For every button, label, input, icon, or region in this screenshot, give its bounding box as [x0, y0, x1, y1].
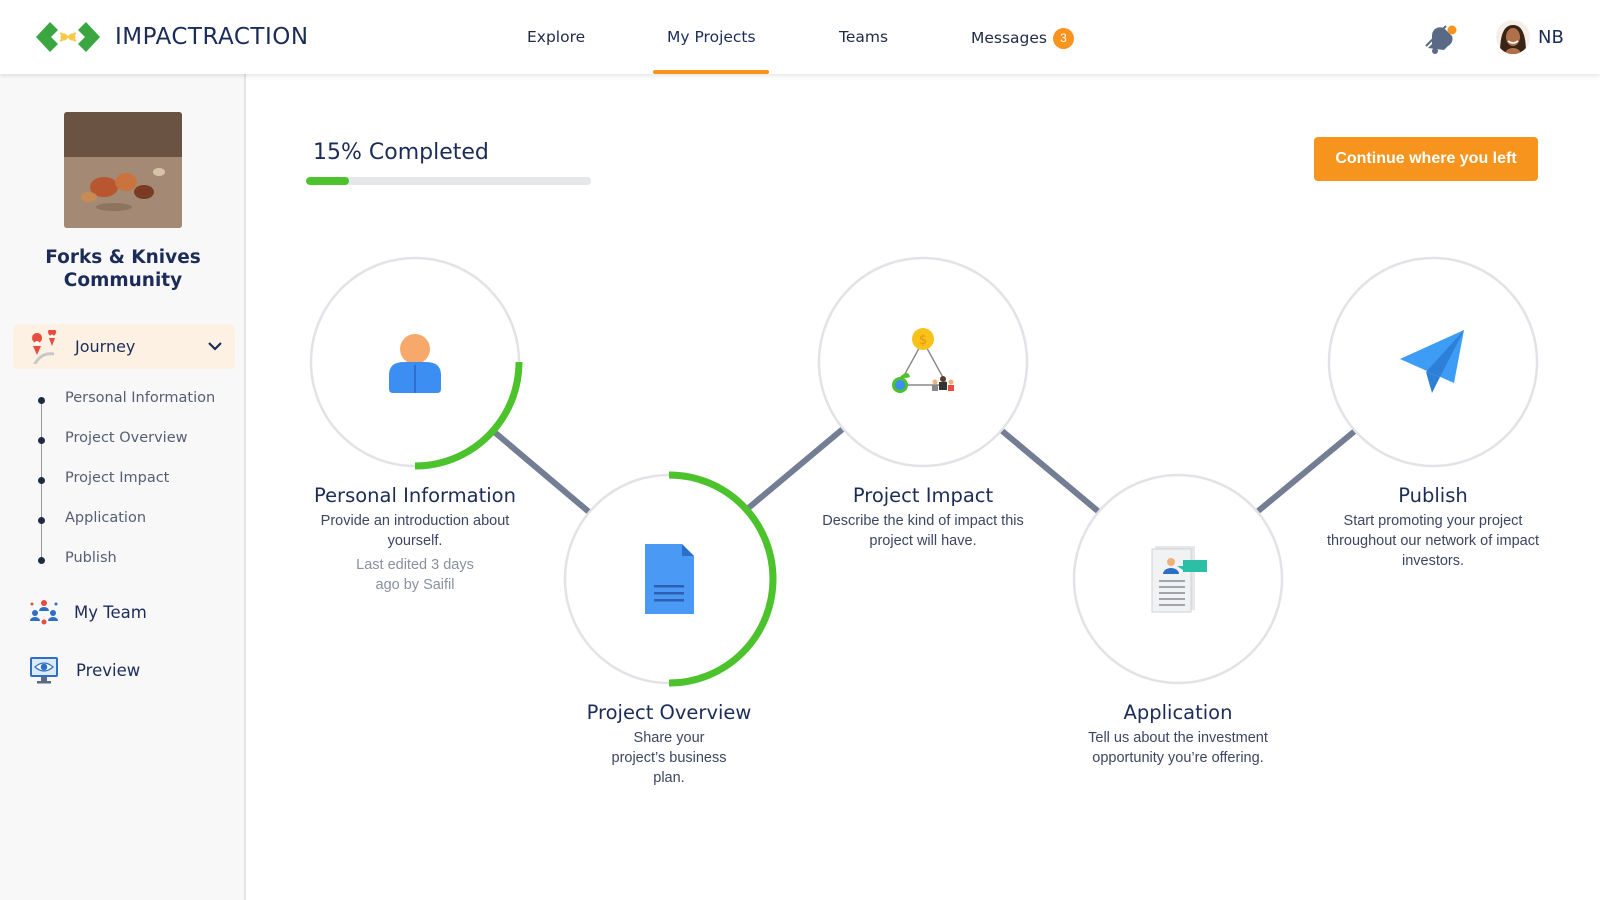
step-title[interactable]: Publish	[1303, 484, 1563, 507]
svg-text:$: $	[919, 333, 927, 348]
sidebar: Forks & Knives Community Journey Persona…	[0, 74, 246, 900]
chevron-down-icon[interactable]	[207, 338, 223, 354]
my-team-label: My Team	[74, 603, 147, 622]
paper-plane-icon	[1398, 327, 1468, 397]
step-dot	[38, 477, 45, 484]
nav-my-projects[interactable]: My Projects	[667, 28, 756, 46]
step-dot	[38, 397, 45, 404]
active-tab-indicator	[653, 70, 769, 74]
nav-messages[interactable]: Messages 3	[971, 28, 1075, 49]
user-avatar[interactable]	[1496, 20, 1530, 54]
impact-triangle-icon: $	[888, 327, 958, 397]
brand-name: IMPACTRACTION	[115, 24, 309, 50]
sidebar-item-journey[interactable]: Journey	[13, 324, 235, 369]
step-label: Personal Information	[65, 390, 216, 406]
project-name: Forks & Knives Community	[45, 247, 201, 291]
journey-step-project-overview[interactable]	[564, 474, 774, 684]
journey-step-personal-information[interactable]	[310, 257, 520, 467]
step-label: Application	[65, 510, 147, 526]
bell-icon[interactable]	[1422, 20, 1458, 56]
journey-step-publish[interactable]	[1328, 257, 1538, 467]
user-icon	[380, 327, 450, 397]
step-label: Project Overview	[65, 430, 188, 446]
step-dot	[38, 557, 45, 564]
monitor-eye-icon	[28, 654, 60, 686]
preview-label: Preview	[76, 661, 141, 680]
step-text-publish: Publish Start promoting your project thr…	[1303, 484, 1563, 571]
document-icon	[634, 544, 704, 614]
nav-explore[interactable]: Explore	[527, 28, 585, 46]
step-last-edited: Last edited 3 days ago by Saifil	[356, 557, 474, 593]
user-initials[interactable]: NB	[1538, 27, 1564, 48]
step-title[interactable]: Personal Information	[285, 484, 545, 507]
step-title[interactable]: Project Overview	[539, 701, 799, 724]
step-text-project-impact: Project Impact Describe the kind of impa…	[793, 484, 1053, 551]
continue-button[interactable]: Continue where you left	[1314, 137, 1538, 181]
application-form-icon	[1143, 544, 1213, 614]
step-dot	[38, 437, 45, 444]
progress-label: 15% Completed	[313, 140, 489, 165]
logo-icon	[36, 22, 100, 52]
step-description: Provide an introduction about yourself.	[320, 513, 510, 549]
sidebar-item-preview[interactable]: Preview	[28, 654, 148, 688]
step-text-application: Application Tell us about the investment…	[1048, 701, 1308, 768]
step-title[interactable]: Application	[1048, 701, 1308, 724]
team-icon	[28, 596, 60, 628]
step-text-project-overview: Project Overview Share your project’s bu…	[539, 701, 799, 788]
step-label: Project Impact	[65, 470, 170, 486]
journey-step-application[interactable]	[1073, 474, 1283, 684]
step-description: Describe the kind of impact this project…	[822, 513, 1024, 549]
step-dot	[38, 517, 45, 524]
project-thumbnail	[64, 112, 182, 228]
nav-messages-label: Messages	[971, 29, 1048, 47]
top-header: IMPACTRACTION Explore My Projects Teams …	[0, 0, 1600, 74]
progress-bar	[306, 177, 591, 185]
step-label: Publish	[65, 550, 117, 566]
messages-badge: 3	[1053, 28, 1075, 49]
map-pin-icon	[28, 328, 62, 367]
sidebar-item-my-team[interactable]: My Team	[28, 596, 148, 630]
step-description: Share your project’s business plan.	[611, 730, 727, 786]
step-description: Start promoting your project throughout …	[1327, 513, 1539, 569]
progress-bar-fill	[306, 177, 349, 185]
journey-step-project-impact[interactable]: $	[818, 257, 1028, 467]
step-description: Tell us about the investment opportunity…	[1088, 730, 1268, 766]
journey-label: Journey	[75, 337, 136, 356]
step-title[interactable]: Project Impact	[793, 484, 1053, 507]
nav-teams[interactable]: Teams	[839, 28, 888, 46]
logo[interactable]	[36, 20, 100, 54]
step-text-personal-information: Personal Information Provide an introduc…	[285, 484, 545, 595]
